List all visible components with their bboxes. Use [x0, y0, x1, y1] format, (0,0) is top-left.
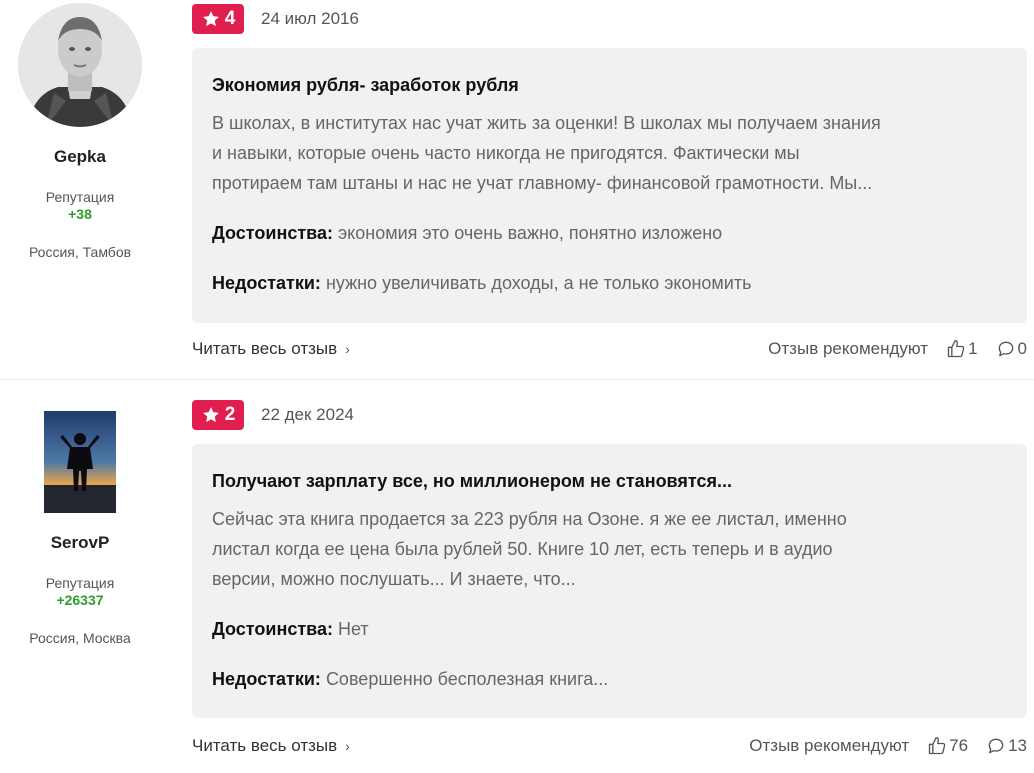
review-card: Получают зарплату все, но миллионером не… — [192, 444, 1027, 718]
review-footer: Читать весь отзыв › Отзыв рекомендуют 76… — [192, 733, 1027, 759]
review-body-line: версии, можно послушать... И знаете, что… — [212, 569, 576, 589]
recommend-label: Отзыв рекомендуют — [749, 736, 910, 755]
review-title[interactable]: Получают зарплату все, но миллионером не… — [212, 468, 1007, 494]
rating-badge: 2 — [192, 400, 244, 430]
cons-text: нужно увеличивать доходы, а не только эк… — [325, 273, 752, 293]
pros-text: Нет — [338, 619, 369, 639]
comment-count: 13 — [1008, 736, 1027, 755]
review-author: SerovP Репутация +26337 Россия, Москва — [0, 411, 160, 646]
review-item: Gepka Репутация +38 Россия, Тамбов 4 24 … — [0, 0, 1034, 380]
review-stats: Отзыв рекомендуют 1 0 — [768, 339, 1027, 359]
review-cons: Недостатки: Совершенно бесполезная книга… — [212, 666, 1007, 692]
avatar[interactable] — [44, 411, 116, 513]
avatar[interactable] — [18, 3, 142, 127]
review-meta: 4 24 июл 2016 — [192, 3, 359, 35]
comment-button[interactable]: 0 — [996, 339, 1027, 359]
pros-label: Достоинства: — [212, 619, 333, 639]
pros-text: экономия это очень важно, понятно изложе… — [338, 223, 723, 243]
reputation-value: +38 — [68, 206, 92, 222]
author-location: Россия, Москва — [29, 630, 131, 646]
rating-badge: 4 — [192, 4, 244, 34]
author-name[interactable]: Gepka — [0, 147, 160, 167]
review-item: SerovP Репутация +26337 Россия, Москва 2… — [0, 380, 1034, 773]
read-more-label: Читать весь отзыв — [192, 339, 338, 358]
review-body-line: листал когда ее цена была рублей 50. Кни… — [212, 539, 833, 559]
review-date: 24 июл 2016 — [261, 9, 359, 28]
review-cons: Недостатки: нужно увеличивать доходы, а … — [212, 270, 1007, 296]
reputation-label: Репутация — [45, 189, 115, 205]
comment-count: 0 — [1017, 339, 1027, 358]
review-body-line: Сейчас эта книга продается за 223 рубля … — [212, 509, 847, 529]
read-more-label: Читать весь отзыв — [192, 736, 338, 755]
cons-label: Недостатки: — [212, 273, 321, 293]
review-body-line: В школах, в институтах нас учат жить за … — [212, 113, 881, 133]
cons-label: Недостатки: — [212, 669, 321, 689]
cons-text: Совершенно бесполезная книга... — [325, 669, 609, 689]
author-location: Россия, Тамбов — [28, 244, 132, 260]
review-title[interactable]: Экономия рубля- заработок рубля — [212, 72, 1007, 98]
author-name[interactable]: SerovP — [0, 533, 160, 553]
review-meta: 2 22 дек 2024 — [192, 399, 354, 431]
review-body: Сейчас эта книга продается за 223 рубля … — [212, 504, 1007, 594]
review-pros: Достоинства: экономия это очень важно, п… — [212, 220, 1007, 246]
review-stats: Отзыв рекомендуют 76 13 — [749, 736, 1027, 756]
like-count: 76 — [949, 736, 969, 755]
comment-button[interactable]: 13 — [986, 736, 1027, 756]
like-button[interactable]: 76 — [927, 736, 968, 756]
review-date: 22 дек 2024 — [261, 405, 354, 424]
review-author: Gepka Репутация +38 Россия, Тамбов — [0, 3, 160, 260]
review-body-line: и навыки, которые очень часто никогда не… — [212, 143, 800, 163]
star-icon — [202, 407, 219, 423]
star-icon — [202, 11, 219, 27]
review-pros: Достоинства: Нет — [212, 616, 1007, 642]
read-more-link[interactable]: Читать весь отзыв › — [192, 339, 350, 359]
chevron-right-icon: › — [345, 738, 350, 754]
thumbs-up-icon — [947, 340, 965, 358]
chevron-right-icon: › — [345, 341, 350, 357]
review-body-line: протираем там штаны и нас не учат главно… — [212, 173, 873, 193]
review-body: В школах, в институтах нас учат жить за … — [212, 108, 1007, 198]
recommend-label: Отзыв рекомендуют — [768, 339, 929, 358]
rating-value: 2 — [224, 404, 236, 425]
like-count: 1 — [968, 339, 978, 358]
thumbs-up-icon — [928, 737, 946, 755]
rating-value: 4 — [224, 8, 236, 29]
pros-label: Достоинства: — [212, 223, 333, 243]
reputation-value: +26337 — [56, 592, 104, 608]
like-button[interactable]: 1 — [946, 339, 978, 359]
review-card: Экономия рубля- заработок рубля В школах… — [192, 48, 1027, 323]
comment-icon — [998, 341, 1013, 357]
read-more-link[interactable]: Читать весь отзыв › — [192, 736, 350, 756]
reputation-label: Репутация — [45, 575, 115, 591]
comment-icon — [988, 738, 1004, 754]
review-footer: Читать весь отзыв › Отзыв рекомендуют 1 … — [192, 336, 1027, 362]
